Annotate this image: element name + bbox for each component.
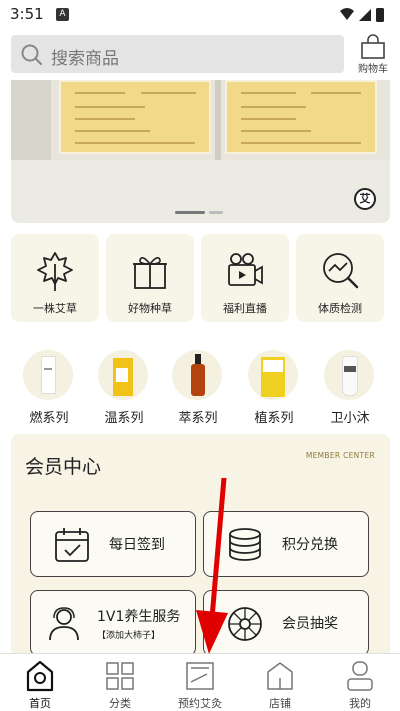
series-label: 植系列 bbox=[254, 411, 294, 426]
series-wen[interactable]: 温系列 bbox=[96, 350, 152, 426]
status-time: 3:51 bbox=[10, 5, 44, 23]
status-bar: 3:51 A bbox=[0, 0, 400, 30]
promo-banner[interactable] bbox=[11, 80, 390, 223]
series-label: 燃系列 bbox=[29, 411, 69, 426]
shopping-bag-icon bbox=[361, 34, 385, 59]
certificate-image bbox=[225, 80, 377, 154]
home-icon bbox=[26, 660, 54, 692]
tab-profile[interactable]: 我的 bbox=[320, 654, 400, 711]
product-thumbnail bbox=[248, 350, 298, 400]
series-label: 温系列 bbox=[104, 411, 144, 426]
tab-label: 店铺 bbox=[269, 697, 291, 710]
tab-label: 预约艾灸 bbox=[178, 697, 222, 710]
feature-tizhi-jiance[interactable]: 体质检测 bbox=[296, 234, 384, 322]
series-zhi[interactable]: 植系列 bbox=[246, 350, 302, 426]
gift-icon bbox=[133, 256, 167, 289]
feature-label: 体质检测 bbox=[318, 302, 362, 315]
member-lottery-label: 会员抽奖 bbox=[282, 616, 338, 632]
tab-home[interactable]: 首页 bbox=[0, 654, 80, 711]
tab-store[interactable]: 店铺 bbox=[240, 654, 320, 711]
tab-category[interactable]: 分类 bbox=[80, 654, 160, 711]
banner-edge bbox=[11, 80, 51, 160]
carousel-indicator bbox=[175, 211, 223, 214]
feature-label: 一株艾草 bbox=[33, 302, 77, 315]
product-thumbnail bbox=[23, 350, 73, 400]
product-thumbnail bbox=[324, 350, 374, 400]
series-label: 卫小沐 bbox=[330, 411, 370, 426]
product-thumbnail bbox=[172, 350, 222, 400]
health-service-sublabel: 【添加大柿子】 bbox=[97, 631, 161, 641]
daily-checkin-button[interactable]: 每日签到 bbox=[30, 511, 196, 577]
tab-label: 我的 bbox=[349, 697, 371, 710]
daily-checkin-label: 每日签到 bbox=[109, 537, 165, 553]
cart-button[interactable]: 购物车 bbox=[352, 33, 394, 75]
booking-icon bbox=[186, 662, 214, 690]
feature-haowu-zhongcao[interactable]: 好物种草 bbox=[106, 234, 194, 322]
feature-label: 好物种草 bbox=[128, 302, 172, 315]
member-center-title: 会员中心 bbox=[25, 456, 102, 478]
cart-label: 购物车 bbox=[358, 64, 388, 75]
series-label: 萃系列 bbox=[178, 411, 218, 426]
bottom-tab-bar: 首页 分类 预约艾灸 店铺 我的 bbox=[0, 653, 400, 711]
store-icon bbox=[267, 662, 293, 690]
feature-label: 福利直播 bbox=[223, 302, 267, 315]
certificate-image bbox=[59, 80, 211, 154]
search-icon bbox=[21, 44, 43, 66]
series-weixiaomu[interactable]: 卫小沐 bbox=[322, 350, 378, 426]
banner-divider bbox=[215, 80, 221, 160]
user-service-icon bbox=[49, 607, 79, 641]
feature-yizhu-aicao[interactable]: 一株艾草 bbox=[11, 234, 99, 322]
series-ran[interactable]: 燃系列 bbox=[21, 350, 77, 426]
grid-icon bbox=[106, 662, 134, 690]
video-camera-icon bbox=[228, 253, 263, 286]
calendar-check-icon bbox=[55, 528, 89, 562]
feature-fuli-zhibo[interactable]: 福利直播 bbox=[201, 234, 289, 322]
tab-label: 分类 bbox=[109, 697, 131, 710]
health-service-label: 1V1养生服务 bbox=[97, 609, 181, 625]
tab-label: 首页 bbox=[29, 697, 51, 710]
member-center-subtitle: MEMBER CENTER bbox=[305, 451, 375, 460]
points-exchange-label: 积分兑换 bbox=[282, 537, 338, 553]
chart-search-icon bbox=[323, 253, 359, 289]
banner-image bbox=[11, 80, 390, 160]
search-placeholder: 搜索商品 bbox=[51, 49, 119, 69]
health-service-button[interactable]: 1V1养生服务 【添加大柿子】 bbox=[30, 590, 196, 656]
red-arrow-annotation bbox=[196, 478, 228, 654]
notification-icon: A bbox=[56, 8, 69, 21]
search-input[interactable]: 搜索商品 bbox=[11, 35, 344, 73]
ai-badge-button[interactable]: 艾 bbox=[354, 188, 376, 210]
profile-icon bbox=[347, 661, 373, 691]
leaf-icon bbox=[37, 252, 73, 291]
series-cui[interactable]: 萃系列 bbox=[170, 350, 226, 426]
signal-battery-icon bbox=[340, 8, 384, 22]
tab-booking[interactable]: 预约艾灸 bbox=[160, 654, 240, 711]
product-thumbnail bbox=[98, 350, 148, 400]
